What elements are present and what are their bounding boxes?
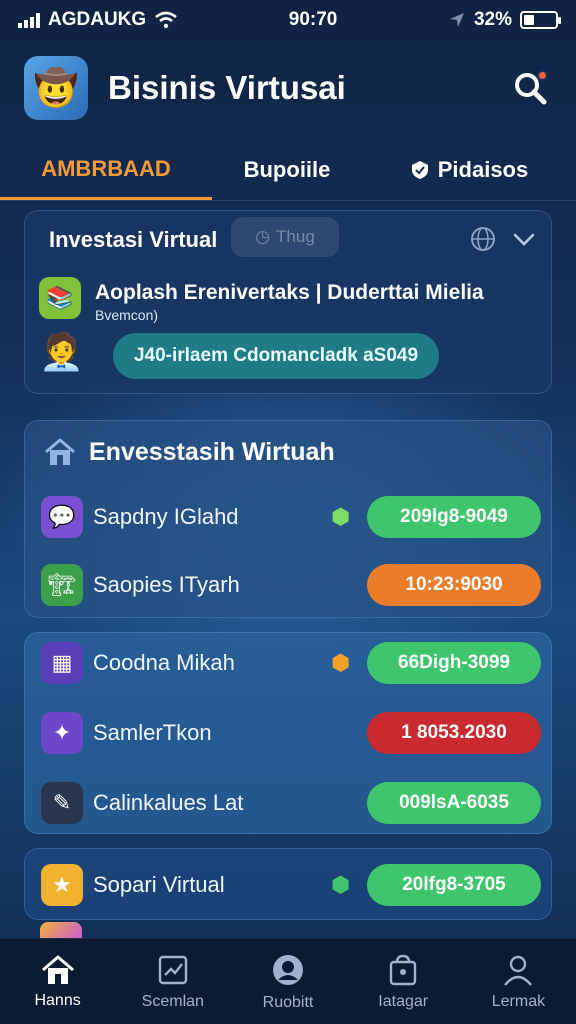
list-item[interactable]: 🏗 Saopies ITyarh 10:23:9030 [25,553,553,617]
row-app-icon: 🏗 [41,564,83,606]
value-pill[interactable]: 1 8053.2030 [367,712,541,754]
home-icon [41,955,74,984]
page-title: Bisinis Virtusai [108,69,346,106]
profile-icon [504,955,533,986]
card-actions [469,225,537,253]
section-header: Envesstasih Wirtuah [43,437,335,467]
clock-icon: ◷ [255,227,271,246]
list-item[interactable]: 💬 Sapdny IGlahd ⬢ 209lg8-9049 [25,485,553,549]
nav-label-home: Hanns [34,991,81,1009]
card-headline: Aoplash Erenivertaks | Duderttai Mielia [95,281,484,304]
list-item[interactable]: ▦ Coodna Mikah ⬢ 66Digh-3099 [25,631,553,695]
tab-bupoiile[interactable]: Bupoiile [212,140,362,200]
row-label: Coodna Mikah [93,650,235,675]
businessman-icon: 🧑‍💼 [39,331,84,372]
value-pill[interactable]: 20lfg8-3705 [367,864,541,906]
nav-label-support: Ruobitt [262,993,314,1011]
value-pill[interactable]: 009lsA-6035 [367,782,541,824]
battery-icon [520,11,561,29]
carrier-name: AGDAUKG [48,9,147,30]
balance-pill[interactable]: J40-irlaem Cdomancladk aS049 [113,333,439,379]
row-app-icon: ▦ [41,642,83,684]
search-button[interactable] [508,66,552,110]
row-app-icon: ✦ [41,712,83,754]
investment-list-card-2: ▦ Coodna Mikah ⬢ 66Digh-3099 ✦ SamlerTkon 1 80… [24,632,552,834]
row-app-icon: 💬 [41,496,83,538]
row-label: Calinkalues Lat [93,790,244,815]
tab-pidaisos-label: Pidaisos [437,157,529,182]
avatar[interactable]: 🤠 [24,56,88,120]
ghost-button[interactable]: ◷ Thug [231,217,339,257]
ghost-button-label: Thug [276,227,315,246]
value-pill[interactable]: 10:23:9030 [367,564,541,606]
chevron-down-icon[interactable] [511,226,537,252]
nav-item-support[interactable]: Ruobitt [230,939,345,1024]
app-header: 🤠 Bisinis Virtusai [0,44,576,132]
shield-icon [411,161,428,179]
tab-pidaisos[interactable]: Pidaisos [362,140,576,200]
investment-summary-card: Investasi Virtual ◷ Thug 📚 Aoplash Ereni… [24,210,552,394]
nav-item-profile[interactable]: Lermak [461,939,576,1024]
nav-label-portfolio: Scemlan [141,992,204,1010]
books-icon: 📚 [39,277,81,319]
nav-label-profile: Lermak [491,992,546,1010]
row-label: Sopari Virtual [93,872,225,897]
wifi-icon [155,11,177,29]
list-item[interactable]: ★ Sopari Virtual ⬢ 20lfg8-3705 [25,853,553,917]
cube-icon: ⬢ [331,504,351,529]
row-label: Sapdny IGlahd [93,504,239,529]
status-right: 32% [448,9,561,31]
nav-item-home[interactable]: Hanns [0,939,115,1024]
card-title: Investasi Virtual [49,227,218,252]
value-pill[interactable]: 209lg8-9049 [367,496,541,538]
portfolio-icon [158,955,187,984]
investment-list-card-3: ★ Sopari Virtual ⬢ 20lfg8-3705 [24,848,552,920]
row-label: SamlerTkon [93,720,212,745]
battery-percent: 32% [473,9,512,30]
home-icon [45,438,75,465]
cube-icon: ⬢ [331,872,351,897]
investment-list-card: Envesstasih Wirtuah 💬 Sapdny IGlahd ⬢ 209lg… [24,420,552,618]
tab-ambrbaad[interactable]: AMBRBAAD [0,140,212,200]
status-time: 90:70 [288,9,338,30]
signal-icon [18,12,40,28]
card-subline: Bvemcon) [95,307,159,323]
row-label: Saopies ITyarh [93,572,240,597]
list-item[interactable]: ✦ SamlerTkon 1 8053.2030 [25,701,553,765]
status-bar: AGDAUKG 90:70 32% [0,0,576,40]
globe-icon[interactable] [469,225,497,253]
nav-item-portfolio[interactable]: Scemlan [115,939,230,1024]
nav-label-store: Iatagar [378,992,429,1010]
notification-dot [537,70,548,81]
section-title: Envesstasih Wirtuah [89,437,335,466]
bottom-nav: Hanns Scemlan Ruobitt Iatagar Lermak [0,938,576,1024]
location-arrow-icon [449,13,464,27]
row-app-icon: ★ [41,864,83,906]
support-icon [273,954,303,985]
battery-level [524,15,534,25]
list-item[interactable]: ✎ Calinkalues Lat 009lsA-6035 [25,771,553,835]
row-app-icon: ✎ [41,782,83,824]
value-pill[interactable]: 66Digh-3099 [367,642,541,684]
tab-bar: AMBRBAAD Bupoiile Pidaisos [0,140,576,200]
nav-item-store[interactable]: Iatagar [346,939,461,1024]
cube-icon: ⬢ [331,650,351,675]
status-left: AGDAUKG [18,9,178,31]
tabs-divider [0,200,576,201]
store-icon [390,954,417,985]
